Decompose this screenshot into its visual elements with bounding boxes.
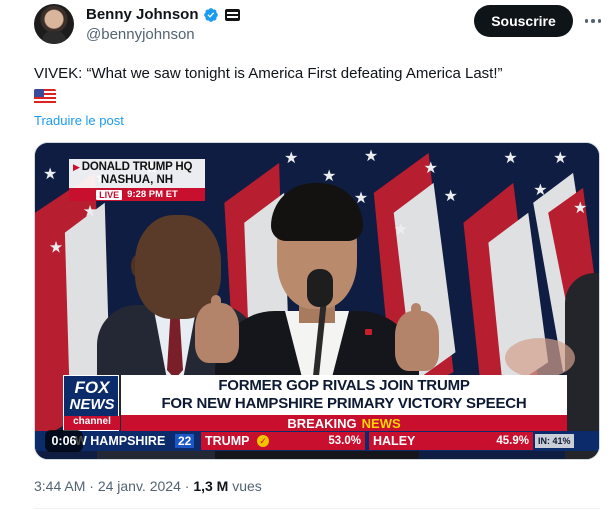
meta-separator-2: · <box>184 478 190 494</box>
post-date[interactable]: 24 janv. 2024 <box>98 478 181 494</box>
winner-check-icon: ✓ <box>257 435 269 447</box>
live-label: LIVE <box>96 189 123 200</box>
lapel-pin <box>365 329 372 335</box>
ticker-candidate2-name: HALEY <box>373 434 416 448</box>
affiliate-badge-icon[interactable] <box>224 8 240 21</box>
ticker-reporting: IN: 41% <box>535 434 574 448</box>
verified-badge-icon <box>203 7 218 22</box>
location-line2: NASHUA, NH <box>100 174 174 186</box>
speaker-right-finger <box>411 303 421 333</box>
translate-link[interactable]: Traduire le post <box>34 113 124 128</box>
ticker-candidate2-pct: 45.9% <box>496 435 529 447</box>
ticker-candidate1-pct: 53.0% <box>328 435 361 447</box>
speaker-left-finger <box>211 295 221 325</box>
fox-logo-news: NEWS <box>69 396 115 413</box>
breaking-news-bar: BREAKING NEWS <box>121 415 567 431</box>
tweet: Benny Johnson @bennyjohnson Souscrire VI… <box>0 0 612 510</box>
location-line1: ▶ DONALD TRUMP HQ <box>73 161 192 173</box>
fox-logo-fox: FOX <box>74 378 110 397</box>
fox-news-logo: FOX NEWS channel <box>63 375 120 431</box>
ticker-candidate-haley: HALEY 45.9% <box>369 432 533 450</box>
post-meta: 3:44 AM · 24 janv. 2024 · 1,3 M vues <box>34 478 262 494</box>
tweet-text: VIVEK: “What we saw tonight is America F… <box>34 65 503 82</box>
headline-banner: FORMER GOP RIVALS JOIN TRUMP FOR NEW HAM… <box>121 375 567 415</box>
live-time: 9:28 PM ET <box>127 189 178 200</box>
ticker-number: 22 <box>175 434 195 448</box>
news-word: NEWS <box>361 415 401 431</box>
more-options-icon[interactable] <box>583 12 603 30</box>
play-triangle-icon: ▶ <box>73 162 80 172</box>
post-time[interactable]: 3:44 AM <box>34 478 85 494</box>
ticker-state: W HAMPSHIRE <box>75 434 166 448</box>
breaking-word: BREAKING <box>287 415 357 431</box>
microphone <box>307 269 333 307</box>
fox-logo-channel: channel <box>64 416 120 430</box>
video-timer: 0:06 <box>45 430 83 452</box>
headline-line2: FOR NEW HAMPSHIRE PRIMARY VICTORY SPEECH <box>161 395 527 412</box>
views-label: vues <box>232 478 262 494</box>
results-ticker: W HAMPSHIRE 22 TRUMP ✓ 53.0% HALEY 45.9%… <box>35 431 599 451</box>
location-title: DONALD TRUMP HQ <box>81 161 193 173</box>
us-flag-emoji-icon <box>34 89 56 105</box>
headline-line1: FORMER GOP RIVALS JOIN TRUMP <box>218 377 470 394</box>
ticker-candidate1-name: TRUMP <box>205 434 250 448</box>
foreground-blur <box>505 338 575 378</box>
author-handle[interactable]: @bennyjohnson <box>86 26 195 43</box>
live-bar: LIVE 9:28 PM ET <box>69 188 205 201</box>
ticker-candidate-trump: TRUMP ✓ 53.0% <box>201 432 365 450</box>
avatar[interactable] <box>34 4 74 44</box>
divider <box>34 508 600 509</box>
meta-separator: · <box>89 478 94 494</box>
video-player[interactable]: ★★★ ★★ ★★★ ★★★ ★★★ ★★★ ★ <box>34 142 600 460</box>
author-row: Benny Johnson <box>86 6 240 23</box>
subscribe-button[interactable]: Souscrire <box>474 5 573 37</box>
views-count: 1,3 M <box>193 478 229 494</box>
location-box: ▶ DONALD TRUMP HQ NASHUA, NH LIVE 9:28 PM… <box>69 159 205 201</box>
author-name[interactable]: Benny Johnson <box>86 6 199 23</box>
